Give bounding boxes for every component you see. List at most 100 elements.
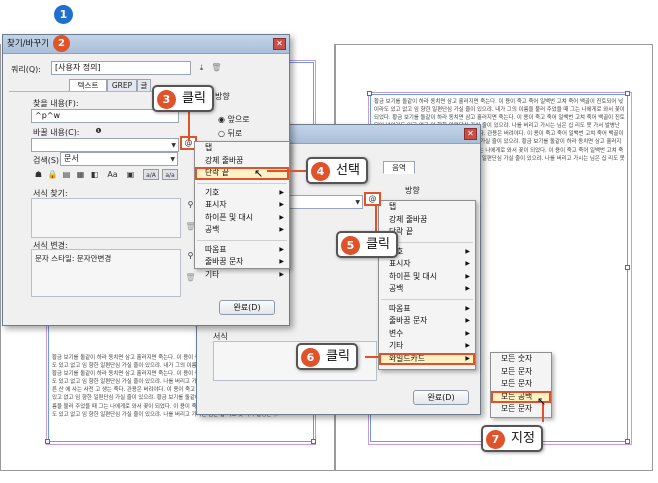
menu-item[interactable]: 줄바꿈 문자 ▶: [379, 315, 475, 328]
replace-input[interactable]: ▼: [31, 138, 179, 152]
submenu-arrow-icon: ▶: [465, 272, 470, 280]
mouse-cursor-icon: ↖: [254, 167, 264, 180]
submenu-arrow-icon: ▶: [279, 213, 284, 221]
menu-item[interactable]: 하이픈 및 대시 ▶: [195, 212, 289, 225]
done-button[interactable]: 완료(D): [413, 390, 469, 405]
tab-transliterate[interactable]: 음역: [383, 161, 415, 174]
case-sensitive-icon[interactable]: Aa: [107, 169, 118, 180]
menu-separator: [197, 239, 287, 241]
mouse-cursor-icon: ↖: [537, 395, 547, 408]
done-button[interactable]: 완료(D): [219, 300, 275, 315]
width-sensitive-icon[interactable]: a/a: [162, 169, 178, 180]
special-characters-menu: 탭 강제 줄바꿈 단락 끝기호 ▶ 표시자 ▶ 하이픈 및 대시 ▶ 공백 ▶ 따옴표 ▶ 줄바꿈 문자…: [194, 141, 290, 279]
menu-item[interactable]: 모든 문자: [491, 366, 551, 379]
step-7-text: 지정: [511, 431, 535, 446]
menu-item[interactable]: 탭: [379, 201, 475, 214]
step-4-callout: 4 선택: [306, 157, 368, 184]
hidden-layer-icon[interactable]: ◧: [89, 169, 100, 180]
format-change-area: 문자 스타일: 문자안변경: [31, 249, 181, 297]
footnote-icon[interactable]: ▦: [75, 169, 86, 180]
menu-separator: [381, 298, 473, 300]
submenu-arrow-icon: ▶: [465, 260, 470, 267]
step-6-badge: 6: [301, 348, 320, 367]
chevron-down-icon[interactable]: ▼: [171, 140, 176, 151]
menu-item[interactable]: 따옴표 ▶: [379, 303, 475, 316]
search-label: 검색(S):: [33, 156, 62, 165]
step-5-badge: 5: [341, 236, 360, 255]
frame-handle[interactable]: [367, 91, 372, 96]
frame-handle[interactable]: [625, 91, 630, 96]
layer-icon[interactable]: ☗: [33, 169, 44, 180]
special-characters-menu-2: 탭강제 줄바꿈단락 끝기호▶표시자▶하이픈 및 대시▶공백▶따옴표▶줄바꿈 문자…: [378, 200, 476, 370]
step-4-text: 선택: [336, 163, 360, 178]
submenu-arrow-icon: ▶: [465, 317, 470, 324]
find-label: 찾을 내용(F):: [33, 99, 79, 108]
replace-label: 바꿀 내용(C):: [33, 128, 80, 137]
menu-item[interactable]: 하이픈 및 대시 ▶: [379, 271, 475, 284]
direction-back-label: 뒤로: [227, 129, 243, 138]
menu-item[interactable]: 강제 줄바꿈: [379, 214, 475, 227]
search-scope-select[interactable]: 문서 ▼: [60, 152, 178, 166]
menu-item[interactable]: 기타 ▶: [379, 340, 475, 353]
frame-handle[interactable]: [625, 439, 630, 444]
close-icon[interactable]: ✕: [273, 38, 286, 50]
menu-item[interactable]: 줄바꿈 문자 ▶: [195, 256, 289, 269]
step-5-callout: 5 클릭: [336, 231, 398, 258]
menu-item[interactable]: 공백 ▶: [379, 283, 475, 296]
direction-forward-radio[interactable]: ◉ 앞으로: [218, 114, 250, 125]
step-3-badge: 3: [157, 90, 176, 109]
frame-handle[interactable]: [311, 439, 316, 444]
submenu-arrow-icon: ▶: [279, 258, 284, 265]
info-icon: ❶: [95, 127, 102, 135]
submenu-arrow-icon: ▶: [465, 329, 470, 337]
submenu-arrow-icon: ▶: [465, 285, 470, 292]
menu-item[interactable]: 단락 끝: [195, 167, 289, 180]
callout-leader: [365, 356, 381, 358]
dialog-titlebar: 찾기/바꾸기 ✕: [3, 35, 289, 54]
step-7-badge: 7: [486, 430, 505, 449]
submenu-arrow-icon: ▶: [279, 270, 284, 278]
menu-item[interactable]: 표시자 ▶: [195, 199, 289, 212]
step-7-callout: 7 지정: [481, 425, 543, 452]
submenu-arrow-icon: ▶: [279, 226, 284, 233]
whole-word-icon[interactable]: ▣: [125, 169, 136, 180]
step-2-badge: 2: [53, 35, 70, 52]
lock-icon[interactable]: 🔒: [47, 169, 58, 180]
step-1-badge: 1: [54, 5, 73, 24]
menu-item[interactable]: 변수 ▶: [379, 328, 475, 341]
menu-item[interactable]: 와일드카드 ▶: [379, 352, 475, 365]
frame-handle[interactable]: [45, 439, 50, 444]
query-select[interactable]: [사용자 정의]: [51, 61, 191, 75]
save-query-icon[interactable]: ⤓: [196, 62, 207, 73]
query-label: 쿼리(Q):: [11, 65, 41, 74]
menu-item[interactable]: 기호▶: [195, 187, 289, 200]
trash-icon[interactable]: 🗑: [211, 62, 222, 73]
callout-leader: [188, 111, 190, 141]
menu-item[interactable]: 기타 ▶: [195, 269, 289, 282]
menu-item[interactable]: 강제 줄바꿈: [195, 155, 289, 168]
menu-item[interactable]: 공백 ▶: [195, 224, 289, 237]
format-find-area: [31, 198, 181, 238]
submenu-arrow-icon: ▶: [279, 201, 284, 208]
master-page-icon[interactable]: ▤: [61, 169, 72, 180]
close-icon[interactable]: ✕: [464, 128, 477, 140]
menu-item[interactable]: 따옴표 ▶: [195, 244, 289, 257]
direction-forward-label: 앞으로: [227, 115, 250, 124]
step-4-badge: 4: [311, 162, 330, 181]
menu-item[interactable]: 표시자 ▶: [379, 258, 475, 271]
callout-leader: [267, 170, 307, 172]
chevron-down-icon[interactable]: ▼: [355, 197, 360, 208]
step-3-callout: 3 클릭: [152, 85, 214, 112]
menu-item[interactable]: 탭: [195, 142, 289, 155]
menu-separator: [197, 182, 287, 184]
step-5-text: 클릭: [366, 237, 390, 252]
submenu-arrow-icon: ▶: [465, 342, 470, 349]
special-characters-button[interactable]: @: [364, 192, 381, 206]
kana-sensitive-icon[interactable]: a/A: [143, 169, 159, 180]
submenu-arrow-icon: ▶: [465, 247, 470, 255]
menu-item[interactable]: 모든 숫자: [491, 353, 551, 366]
direction-back-radio[interactable]: ○ 뒤로: [218, 128, 242, 139]
chevron-down-icon[interactable]: ▼: [170, 154, 175, 165]
submenu-arrow-icon: ▶: [465, 354, 470, 362]
menu-item[interactable]: 모든 문자: [491, 378, 551, 391]
